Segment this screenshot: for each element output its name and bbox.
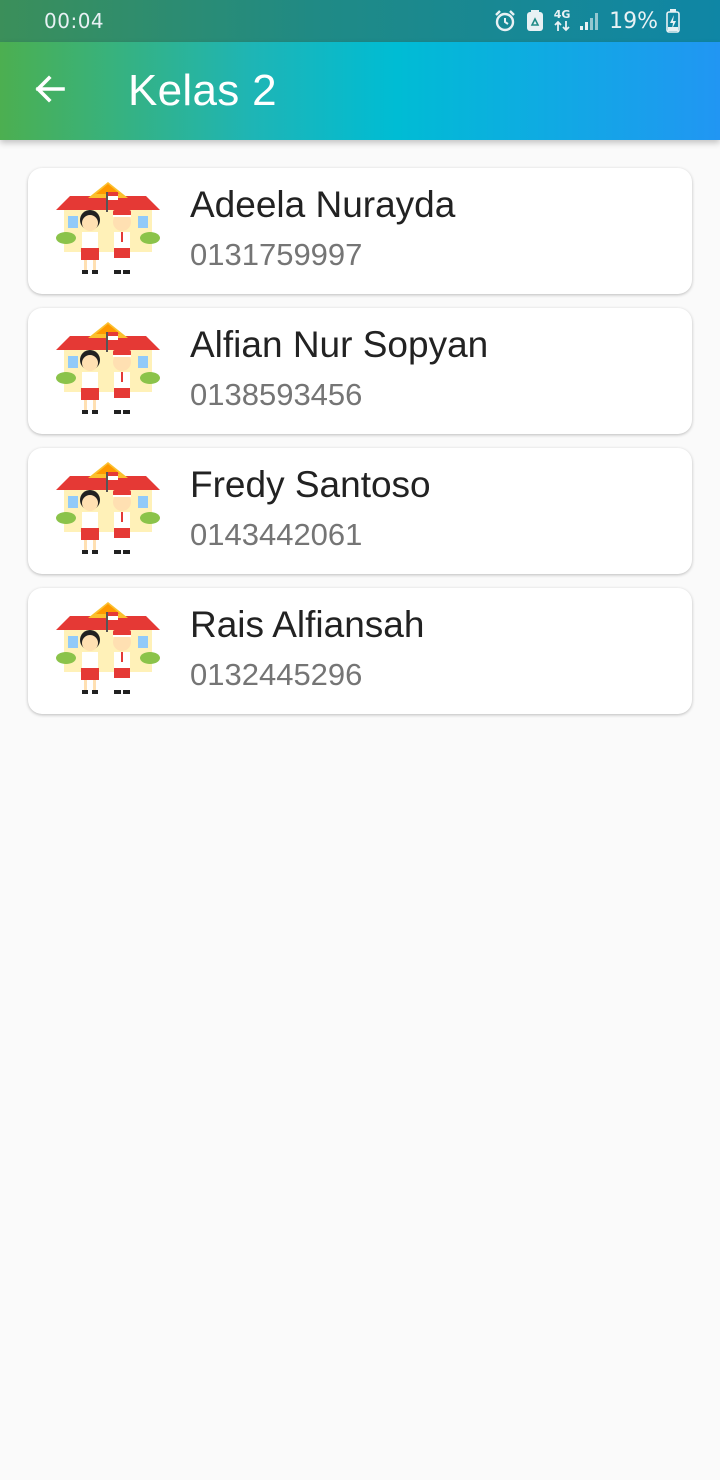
alarm-icon [493, 9, 517, 33]
school-children-icon [56, 602, 160, 694]
battery-charging-icon [666, 9, 680, 33]
student-id: 0143442061 [190, 517, 363, 552]
student-card[interactable]: Rais Alfiansah 0132445296 [28, 588, 692, 714]
student-name: Alfian Nur Sopyan [190, 324, 489, 365]
school-children-icon [56, 462, 160, 554]
network-4g-icon: 4G [553, 9, 571, 32]
arrow-left-icon [33, 72, 67, 111]
student-list: Adeela Nurayda 0131759997 Alfian Nur Sop… [28, 168, 692, 728]
back-button[interactable] [26, 67, 74, 115]
signal-icon [579, 11, 599, 31]
status-bar: 00:04 4G 19% [0, 0, 720, 42]
student-name: Rais Alfiansah [190, 604, 425, 645]
page-title: Kelas 2 [128, 66, 277, 115]
status-time: 00:04 [44, 9, 105, 33]
student-card[interactable]: Alfian Nur Sopyan 0138593456 [28, 308, 692, 434]
school-children-icon [56, 182, 160, 274]
student-card[interactable]: Fredy Santoso 0143442061 [28, 448, 692, 574]
student-card[interactable]: Adeela Nurayda 0131759997 [28, 168, 692, 294]
student-id: 0132445296 [190, 657, 363, 692]
school-children-icon [56, 322, 160, 414]
recycle-icon [525, 9, 545, 33]
student-name: Fredy Santoso [190, 464, 431, 505]
student-name: Adeela Nurayda [190, 184, 456, 225]
app-bar: Kelas 2 [0, 42, 720, 140]
status-icons: 4G 19% [493, 8, 680, 34]
battery-percent: 19% [609, 8, 658, 34]
student-id: 0131759997 [190, 237, 363, 272]
student-id: 0138593456 [190, 377, 363, 412]
